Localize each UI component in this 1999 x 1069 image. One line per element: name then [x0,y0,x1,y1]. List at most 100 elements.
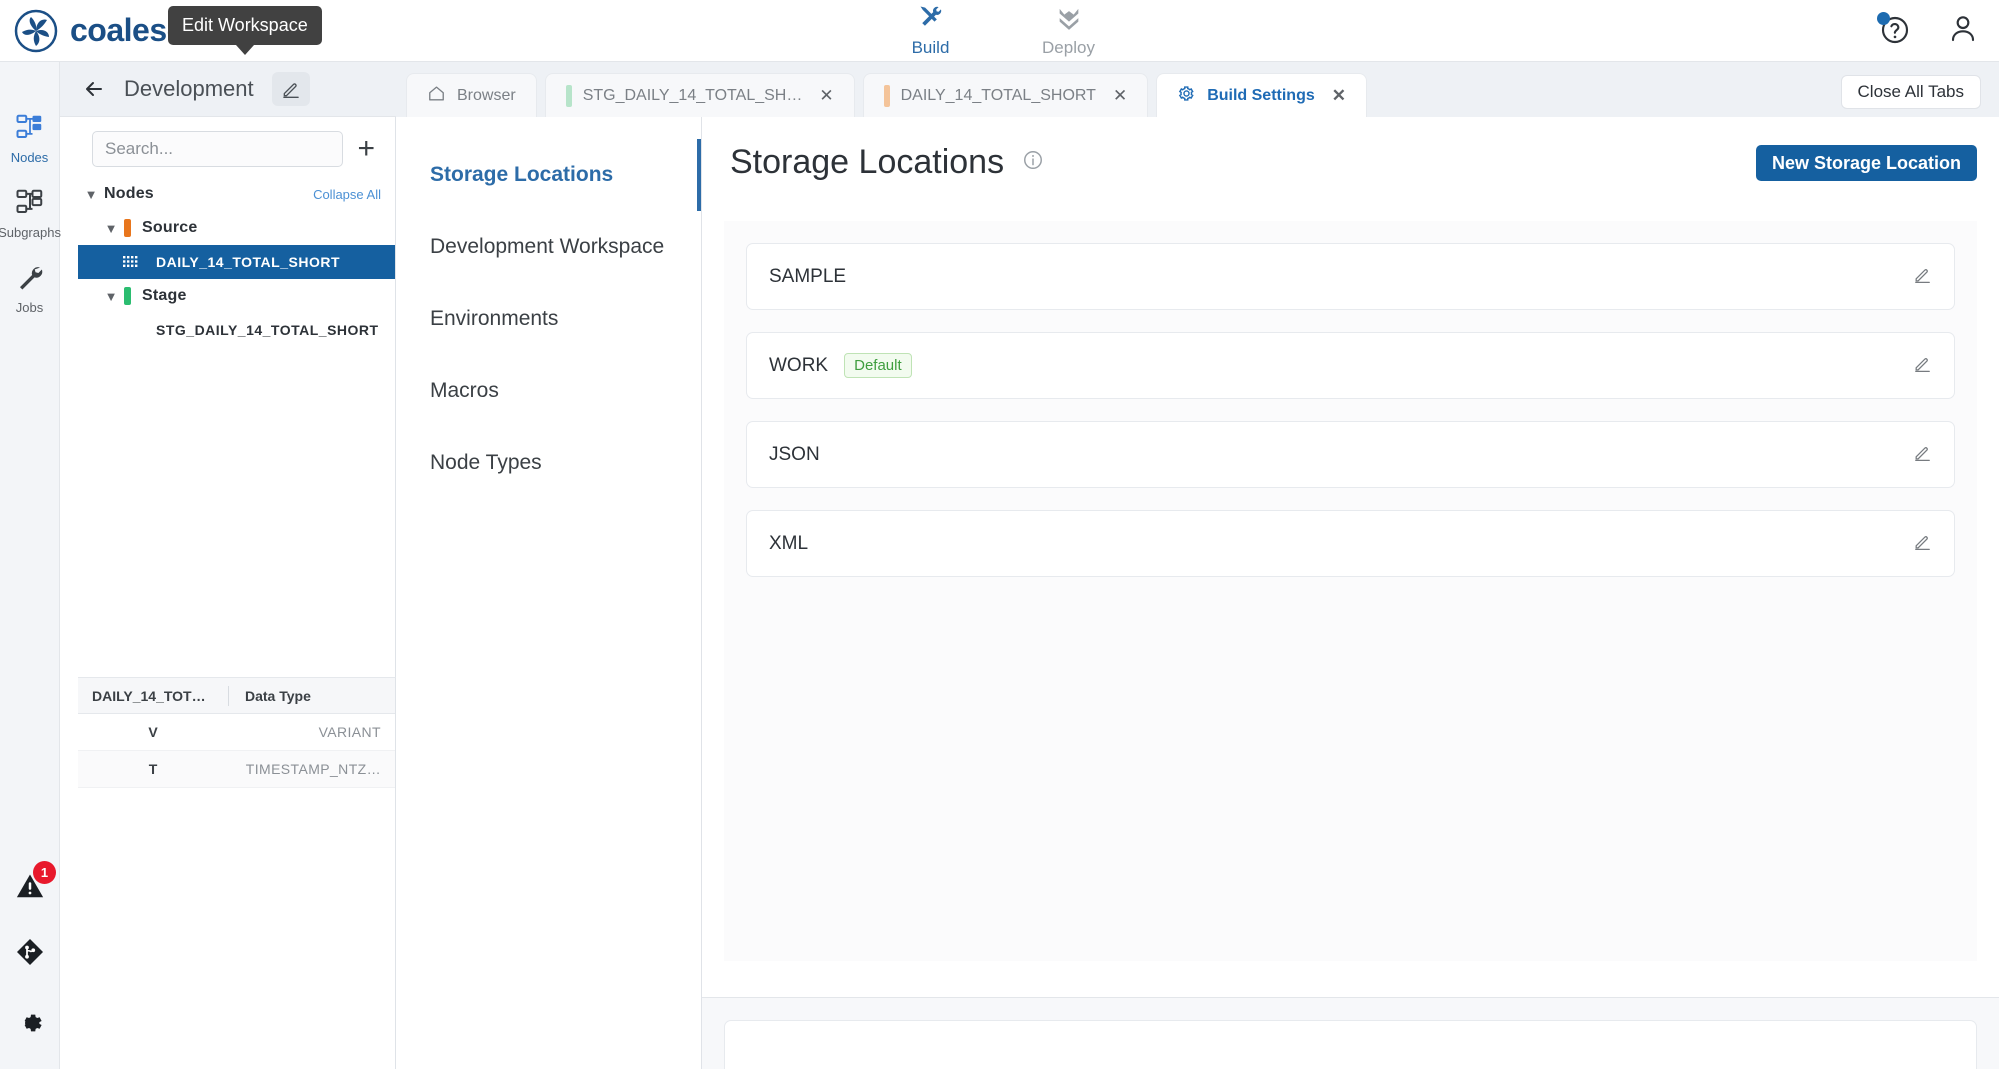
setnav-item-storage-locations[interactable]: Storage Locations [396,139,701,211]
column-header-name: DAILY_14_TOT… [78,688,228,704]
mode-build[interactable]: Build [889,3,973,58]
tree-node-stg-daily-14-total-short[interactable]: STG_DAILY_14_TOTAL_SHORT [78,313,395,347]
rail-bottom-actions: 1 [0,871,60,1043]
storage-location-name: JSON [769,444,820,466]
setnav-item-label: Storage Locations [430,163,613,187]
search-row: + [78,117,395,177]
tree-node-label: STG_DAILY_14_TOTAL_SHORT [156,322,379,338]
user-account-icon[interactable] [1947,12,1979,49]
card-left: JSON [769,444,820,466]
tree-group-stage-label: Stage [142,287,187,305]
column-datatype-cell: TIMESTAMP_NTZ… [228,761,395,777]
setnav-item-label: Node Types [430,451,542,475]
wrench-jobs-icon [15,262,45,297]
list-item[interactable]: JSON [746,421,1955,488]
setnav-item-label: Environments [430,307,558,331]
tree-root-label: Nodes [104,185,154,203]
panel-bottom-strip [702,997,1999,1069]
storage-locations-list: SAMPLE WORK Default JSON [724,221,1977,961]
collapse-all-link[interactable]: Collapse All [313,187,381,202]
close-icon[interactable]: ✕ [819,86,833,106]
tree-node-daily-14-total-short[interactable]: DAILY_14_TOTAL_SHORT [78,245,395,279]
list-item[interactable]: WORK Default [746,332,1955,399]
rail-item-subgraphs[interactable]: Subgraphs [0,187,59,240]
mode-switch: Build Deploy [889,3,1111,58]
table-row[interactable]: V VARIANT [78,714,395,751]
tree-node-label: DAILY_14_TOTAL_SHORT [156,254,340,270]
new-storage-location-button[interactable]: New Storage Location [1756,145,1977,181]
pencil-edit-icon[interactable] [1913,265,1932,289]
stage-color-marker [124,287,131,305]
table-row[interactable]: T TIMESTAMP_NTZ… [78,751,395,788]
mode-deploy[interactable]: Deploy [1027,3,1111,58]
list-item[interactable]: XML [746,510,1955,577]
tab-label: STG_DAILY_14_TOTAL_SH… [583,87,803,105]
rail-item-nodes[interactable]: Nodes [0,112,59,165]
tab-build-settings[interactable]: Build Settings ✕ [1156,73,1367,117]
setnav-item-environments[interactable]: Environments [396,283,701,355]
tab-browser[interactable]: Browser [406,73,537,117]
card-left: WORK Default [769,353,912,378]
tab-daily-14-total-short[interactable]: DAILY_14_TOTAL_SHORT ✕ [863,73,1149,117]
pencil-edit-icon[interactable] [1913,354,1932,378]
tab-bar: Browser STG_DAILY_14_TOTAL_SH… ✕ DAILY_1… [396,62,1999,117]
page-title: Storage Locations [730,143,1004,182]
workspace-header: Development [60,62,396,117]
rail-item-jobs[interactable]: Jobs [0,262,59,315]
close-icon[interactable]: ✕ [1332,86,1346,106]
git-branch-icon[interactable] [15,937,45,972]
tab-label: DAILY_14_TOTAL_SHORT [901,87,1096,105]
chevron-down-icon: ▼ [98,221,124,236]
storage-location-name: XML [769,533,808,555]
status-badge: Default [844,353,912,378]
columns-table: DAILY_14_TOT… Data Type V VARIANT T TIME… [78,677,396,1069]
setnav-item-node-types[interactable]: Node Types [396,427,701,499]
setnav-item-label: Development Workspace [430,235,664,259]
coalesce-logo-icon [14,9,58,53]
build-tools-icon [917,3,945,36]
tab-label: Browser [457,87,516,105]
info-circle-icon[interactable] [1022,149,1044,176]
source-color-marker [884,85,890,107]
tree-group-source[interactable]: ▼ Source [78,211,395,245]
rail-item-subgraphs-label: Subgraphs [0,225,61,240]
search-input[interactable] [92,131,343,167]
card-left: XML [769,533,808,555]
help-circle-icon[interactable] [1879,14,1913,48]
close-icon[interactable]: ✕ [1113,86,1127,106]
tree-root-nodes[interactable]: ▼ Nodes Collapse All [78,177,395,211]
tab-label: Build Settings [1207,87,1315,105]
pencil-edit-icon[interactable] [1913,532,1932,556]
source-color-marker [124,219,131,237]
plus-add-icon[interactable]: + [351,134,381,164]
gear-settings-icon [1177,84,1196,108]
build-settings-nav: Storage Locations Development Workspace … [396,117,702,997]
warning-triangle-icon[interactable]: 1 [15,871,45,901]
setnav-item-macros[interactable]: Macros [396,355,701,427]
setnav-item-development-workspace[interactable]: Development Workspace [396,211,701,283]
tree-group-source-label: Source [142,219,197,237]
storage-location-name: SAMPLE [769,266,846,288]
tab-stg-daily-14-total-short[interactable]: STG_DAILY_14_TOTAL_SH… ✕ [545,73,855,117]
warning-count-badge: 1 [33,861,56,884]
table-grid-icon [122,254,142,270]
columns-table-header: DAILY_14_TOT… Data Type [78,678,395,714]
column-name-cell: V [78,724,228,740]
setnav-bottom-filler [396,997,702,1069]
pencil-edit-icon[interactable] [1913,443,1932,467]
pencil-edit-icon[interactable] [272,72,310,106]
nodes-sidebar: + ▼ Nodes Collapse All ▼ Source DAILY_14… [78,117,396,677]
back-arrow-icon[interactable] [82,77,106,101]
storage-location-name: WORK [769,355,828,377]
card-left: SAMPLE [769,266,846,288]
column-name-cell: T [78,761,228,777]
gear-settings-icon[interactable] [15,1008,45,1043]
close-all-tabs-button[interactable]: Close All Tabs [1841,75,1981,109]
list-item[interactable]: SAMPLE [746,243,1955,310]
tree-group-stage[interactable]: ▼ Stage [78,279,395,313]
workspace-name: Development [124,76,254,102]
chevron-down-icon: ▼ [98,289,124,304]
nodes-graph-icon [15,112,45,147]
stage-color-marker [566,85,572,107]
mode-build-label: Build [912,38,950,58]
